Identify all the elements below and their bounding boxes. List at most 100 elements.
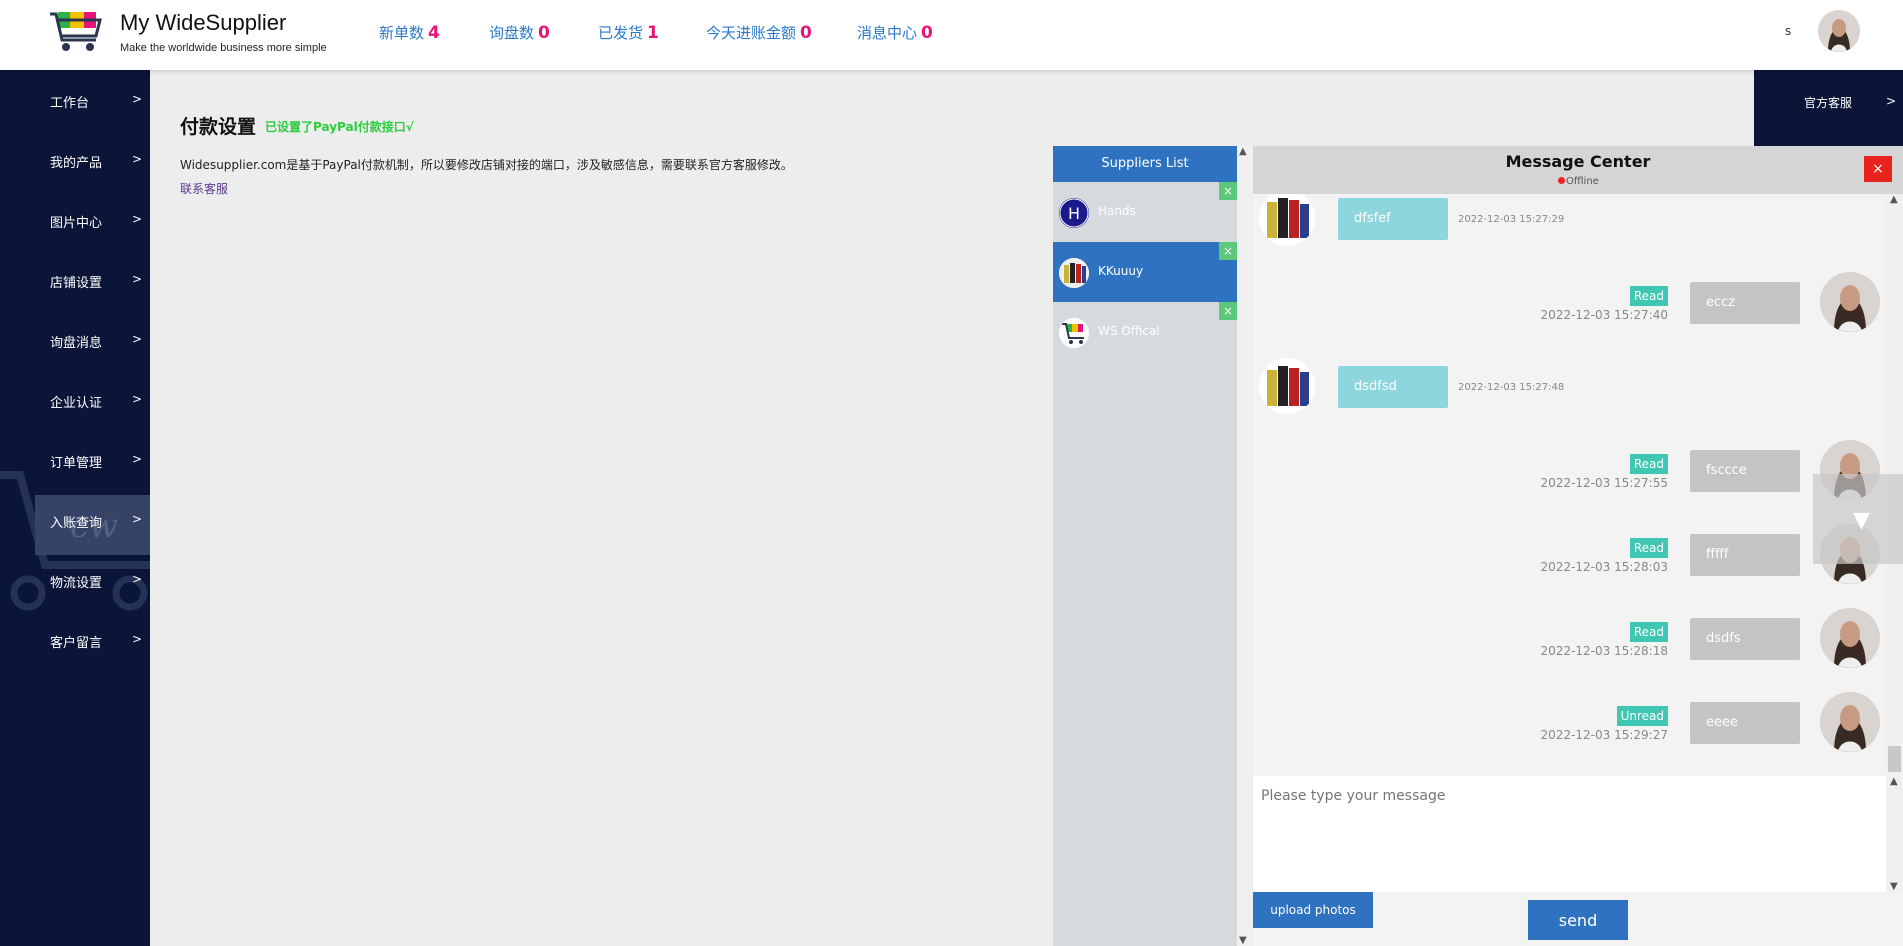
stat-new-orders[interactable]: 新单数 4 <box>379 22 440 43</box>
supplier-item-ws-offical[interactable]: WS Offical × <box>1053 302 1237 362</box>
upload-photos-button[interactable]: upload photos <box>1253 892 1373 928</box>
message-bubble: dsdfs <box>1690 618 1800 660</box>
sidebar-item-label: 企业认证 <box>50 396 103 411</box>
person-photo-icon <box>1820 608 1880 668</box>
remove-supplier-button[interactable]: × <box>1219 242 1237 260</box>
stat-value: 0 <box>921 23 933 43</box>
sidebar-item-verification[interactable]: 企业认证 > <box>0 370 150 430</box>
sidebar-item-income[interactable]: 入账查询 > <box>0 490 150 550</box>
message-bubble: dfsfef <box>1338 198 1448 240</box>
message-input-scrollbar[interactable]: ▲ ▼ <box>1886 776 1903 892</box>
person-photo-icon <box>1820 272 1880 332</box>
online-status-text: Offline <box>1566 176 1599 187</box>
sidebar-item-store-settings[interactable]: 店铺设置 > <box>0 250 150 310</box>
message-bubble: eccz <box>1690 282 1800 324</box>
message-thread[interactable]: dfsfef 2022-12-03 15:27:29 Read 2022-12-… <box>1253 194 1886 772</box>
message-timestamp: 2022-12-03 15:28:18 <box>1540 644 1668 658</box>
stat-inquiries[interactable]: 询盘数 0 <box>489 22 550 43</box>
stat-label: 消息中心 <box>857 24 918 42</box>
supplier-name: Hands <box>1098 204 1136 218</box>
close-message-center-button[interactable]: × <box>1864 156 1892 182</box>
message-timestamp: 2022-12-03 15:27:48 <box>1458 382 1565 393</box>
chevron-right-icon: > <box>1886 94 1897 108</box>
chevron-right-icon: > <box>132 512 143 526</box>
message-center-panel: Message Center Offline × dfsfef 2022-12-… <box>1253 146 1903 946</box>
sidebar-item-label: 入账查询 <box>50 516 103 531</box>
stat-message-center[interactable]: 消息中心 0 <box>857 22 933 43</box>
unread-status-badge: Unread <box>1616 706 1668 726</box>
message-bubble: dsdfsd <box>1338 366 1448 408</box>
sidebar-item-label: 订单管理 <box>50 456 103 471</box>
scrollbar-thumb[interactable] <box>1888 746 1901 772</box>
user-name[interactable]: s <box>1785 24 1791 38</box>
message-timestamp: 2022-12-03 15:27:40 <box>1540 308 1668 322</box>
suppliers-header: Suppliers List <box>1053 146 1237 182</box>
send-button[interactable]: send <box>1528 900 1628 940</box>
supplier-item-hands[interactable]: H Hands × <box>1053 182 1237 242</box>
stat-shipped[interactable]: 已发货 1 <box>598 22 659 43</box>
remove-supplier-button[interactable]: × <box>1219 302 1237 320</box>
scroll-down-icon[interactable]: ▼ <box>1239 935 1247 946</box>
chevron-down-icon: ▼ <box>1853 508 1870 533</box>
stat-value: 4 <box>428 23 440 43</box>
user-avatar <box>1820 272 1880 332</box>
supplier-item-kkuuuy[interactable]: KKuuuy × <box>1053 242 1237 302</box>
sidebar-item-workbench[interactable]: 工作台 > <box>0 70 150 130</box>
suppliers-scrollbar[interactable]: ▲ ▼ <box>1237 146 1252 946</box>
supplier-avatar: H <box>1059 198 1089 228</box>
chevron-right-icon: > <box>132 92 143 106</box>
chevron-right-icon: > <box>132 212 143 226</box>
scroll-down-icon[interactable]: ▼ <box>1890 881 1898 892</box>
person-photo-icon <box>1818 10 1860 52</box>
bottles-photo-icon <box>1059 258 1089 288</box>
read-status-badge: Read <box>1629 286 1668 306</box>
brand-subtitle: Make the worldwide business more simple <box>120 42 327 54</box>
scroll-up-icon[interactable]: ▲ <box>1239 146 1247 157</box>
read-status-badge: Read <box>1629 538 1668 558</box>
sidebar-item-images[interactable]: 图片中心 > <box>0 190 150 250</box>
shopping-cart-icon <box>1059 318 1089 348</box>
user-avatar[interactable] <box>1818 10 1860 52</box>
chevron-right-icon: > <box>132 332 143 346</box>
supplier-name: WS Offical <box>1098 324 1160 338</box>
suppliers-panel: Suppliers List H Hands × KKuuuy × WS Off… <box>1053 146 1237 946</box>
message-bubble: eeee <box>1690 702 1800 744</box>
supplier-avatar <box>1259 358 1315 414</box>
message-timestamp: 2022-12-03 15:27:55 <box>1540 476 1668 490</box>
chevron-right-icon: > <box>132 272 143 286</box>
sidebar-item-customer-messages[interactable]: 客户留言 > <box>0 610 150 670</box>
official-support-button[interactable]: 官方客服 > <box>1754 70 1903 150</box>
scroll-up-icon[interactable]: ▲ <box>1890 776 1898 787</box>
sidebar-item-inquiries[interactable]: 询盘消息 > <box>0 310 150 370</box>
sidebar-item-label: 店铺设置 <box>50 276 103 291</box>
sidebar-item-label: 我的产品 <box>50 156 103 171</box>
message-timestamp: 2022-12-03 15:27:29 <box>1458 214 1565 225</box>
floating-side-tab[interactable]: ▼ <box>1813 474 1903 564</box>
bottles-photo-icon <box>1259 194 1315 246</box>
stat-today-income[interactable]: 今天进账金额 0 <box>706 22 812 43</box>
message-input[interactable] <box>1253 776 1886 892</box>
message-center-header: Message Center Offline × <box>1253 146 1903 194</box>
remove-supplier-button[interactable]: × <box>1219 182 1237 200</box>
message-bubble: fsccce <box>1690 450 1800 492</box>
sidebar-item-orders[interactable]: 订单管理 > <box>0 430 150 490</box>
sidebar-item-label: 客户留言 <box>50 636 103 651</box>
supplier-name: KKuuuy <box>1098 264 1144 278</box>
message-timestamp: 2022-12-03 15:28:03 <box>1540 560 1668 574</box>
read-status-badge: Read <box>1629 454 1668 474</box>
sidebar-item-products[interactable]: 我的产品 > <box>0 130 150 190</box>
paypal-status-badge: 已设置了PayPal付款接口√ <box>265 120 414 134</box>
scroll-up-icon[interactable]: ▲ <box>1890 194 1898 205</box>
supplier-avatar <box>1059 318 1089 348</box>
stat-value: 0 <box>800 23 812 43</box>
top-header: My WideSupplier Make the worldwide busin… <box>0 0 1903 70</box>
stat-value: 0 <box>538 23 550 43</box>
sidebar-item-logistics[interactable]: 物流设置 > <box>0 550 150 610</box>
sidebar-item-label: 工作台 <box>50 96 90 111</box>
contact-support-link[interactable]: 联系客服 <box>180 180 228 197</box>
online-status: Offline <box>1558 176 1599 187</box>
message-center-title: Message Center <box>1505 152 1651 171</box>
left-sidebar: cw 工作台 > 我的产品 > 图片中心 > 店铺设置 > 询盘消息 > 企业认证 > 订单… <box>0 70 150 946</box>
supplier-avatar <box>1259 194 1315 246</box>
sidebar-item-label: 询盘消息 <box>50 336 103 351</box>
